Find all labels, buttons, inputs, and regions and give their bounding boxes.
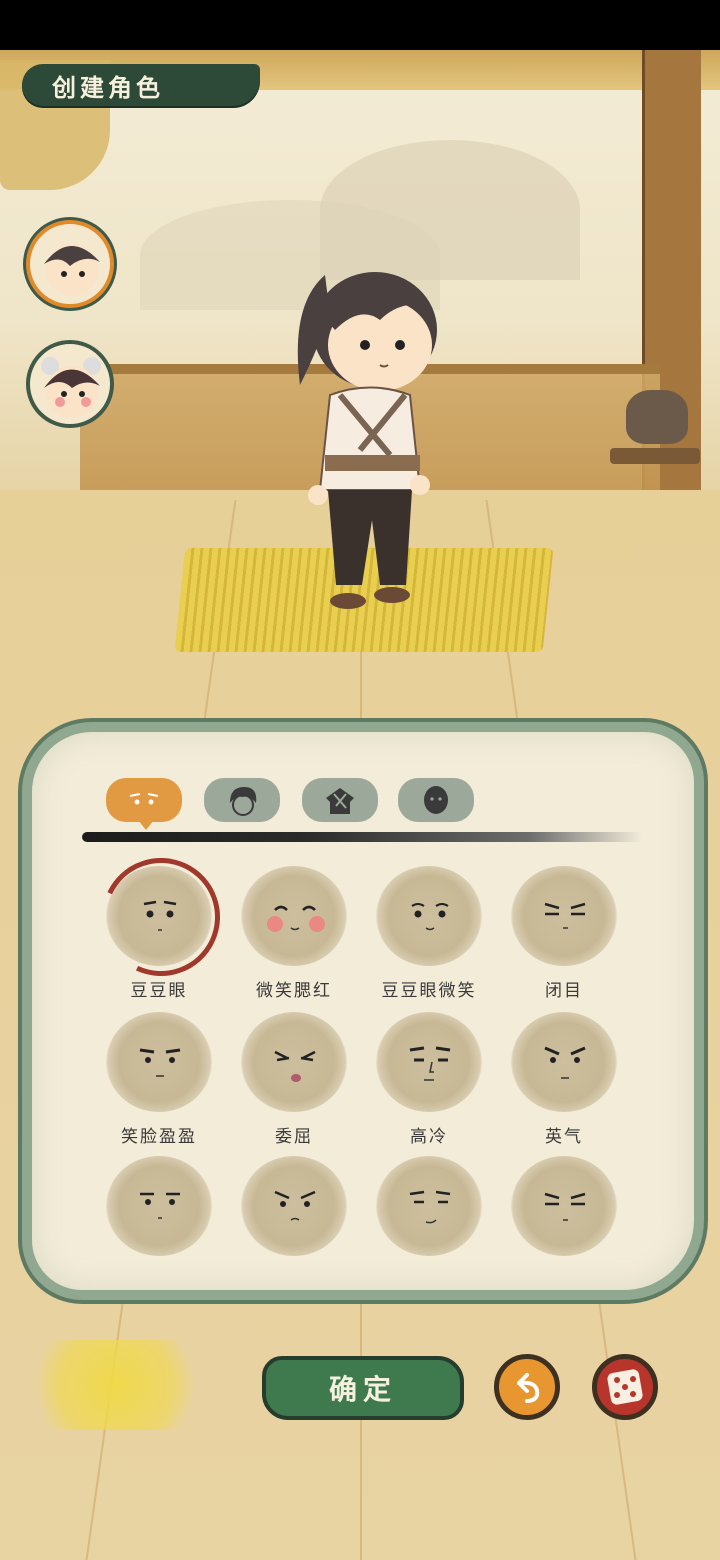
- male-avatar-button[interactable]: [26, 220, 114, 308]
- face-preview: [106, 1156, 212, 1256]
- face-label: 豆豆眼微笑: [381, 981, 477, 1001]
- face-label: 闭目: [545, 981, 583, 1001]
- face-label: 笑脸盈盈: [121, 1127, 197, 1147]
- page-title-text: 创建角色: [52, 72, 164, 102]
- tab-clothes[interactable]: [302, 778, 378, 822]
- clay-pot: [626, 390, 688, 444]
- status-bar: [0, 0, 720, 50]
- hair-icon: [230, 787, 257, 816]
- face-option-row3-1[interactable]: [94, 1156, 224, 1256]
- face-preview: [241, 1012, 347, 1112]
- face-preview: [241, 1156, 347, 1256]
- face-preview: [376, 1156, 482, 1256]
- shoe-right: [374, 587, 410, 603]
- tab-skin[interactable]: [398, 778, 474, 822]
- face-preview: [511, 1156, 617, 1256]
- belt: [325, 455, 420, 471]
- tab-face-expression[interactable]: [106, 778, 182, 822]
- male-face-icon: [44, 244, 100, 296]
- face-preview: [85, 841, 237, 993]
- dice-icon: [607, 1369, 643, 1405]
- skin-icon: [424, 786, 448, 814]
- face-option-doudouyan-smile[interactable]: 豆豆眼微笑: [364, 866, 494, 1001]
- face-option-aggrieved[interactable]: 委屈: [229, 1012, 359, 1147]
- face-label: 微笑腮红: [256, 981, 332, 1001]
- eye-left: [360, 340, 370, 350]
- face-option-row3-4[interactable]: [499, 1156, 629, 1256]
- face-preview: [241, 866, 347, 966]
- face-option-row3-3[interactable]: [364, 1156, 494, 1256]
- face-label: 委屈: [275, 1127, 313, 1147]
- stool: [610, 448, 700, 464]
- character-sprite: [297, 272, 437, 609]
- eye-right: [395, 340, 405, 350]
- face-option-aloof[interactable]: 高冷: [364, 1012, 494, 1147]
- clothes-icon: [326, 788, 354, 814]
- face-option-heroic[interactable]: 英气: [499, 1012, 629, 1147]
- randomize-button[interactable]: [592, 1354, 658, 1420]
- face-expression-icon: [129, 793, 159, 805]
- face-option-smiling[interactable]: 笑脸盈盈: [94, 1012, 224, 1147]
- page-title: 创建角色: [22, 64, 260, 106]
- confirm-button[interactable]: 确定: [262, 1356, 464, 1420]
- shoe-left: [330, 593, 366, 609]
- face-label: 豆豆眼: [130, 981, 188, 1001]
- face-preview: [376, 1012, 482, 1112]
- tab-hair[interactable]: [204, 778, 280, 822]
- face-option-smile-blush[interactable]: 微笑腮红: [229, 866, 359, 1001]
- face-preview: [106, 1012, 212, 1112]
- face-option-closed-eyes[interactable]: 闭目: [499, 866, 629, 1001]
- undo-button[interactable]: [494, 1354, 560, 1420]
- face-preview: [376, 866, 482, 966]
- face-label: 高冷: [410, 1127, 448, 1147]
- face-preview: [511, 1012, 617, 1112]
- fallen-leaves: [10, 1340, 220, 1430]
- face-option-doudouyan[interactable]: 豆豆眼: [85, 841, 237, 1001]
- undo-arrow-icon: [517, 1373, 540, 1403]
- active-tab-pointer: [138, 820, 154, 830]
- female-face-icon: [41, 357, 101, 418]
- tab-divider: [82, 832, 642, 842]
- face-label: 英气: [545, 1127, 583, 1147]
- face-option-row3-2[interactable]: [229, 1156, 359, 1256]
- female-avatar-button[interactable]: [26, 340, 114, 428]
- face-preview: [511, 866, 617, 966]
